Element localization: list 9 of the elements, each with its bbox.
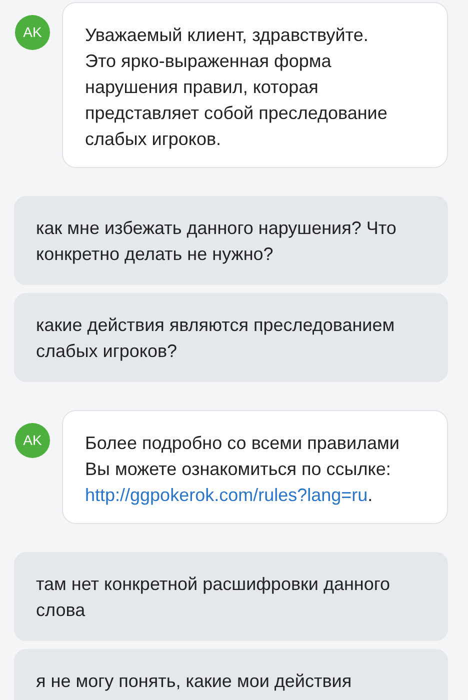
message-text: я не могу понять, какие мои действия (36, 670, 353, 693)
avatar: AK (15, 15, 50, 50)
message-text: там нет конкретной расшифровки данного слова (36, 573, 392, 622)
message-text: Уважаемый клиент, здравствуйте. Это ярко-выраженная форма нарушения правил, которая представляет собой преследование слабых игроков. (85, 24, 388, 151)
message-text: какие действия являются преследованием слабых игроков? (36, 314, 396, 363)
message-text: Более подробно со всеми правилами Вы можете ознакомиться по ссылке: http://ggpokerok.com/rules?lang=ru. (85, 432, 400, 507)
message-text: как мне избежать данного нарушения? Что конкретно делать не нужно? (36, 217, 398, 266)
avatar: AK (15, 423, 50, 458)
rules-link[interactable]: http://ggpokerok.com/rules?lang=ru (85, 485, 368, 505)
